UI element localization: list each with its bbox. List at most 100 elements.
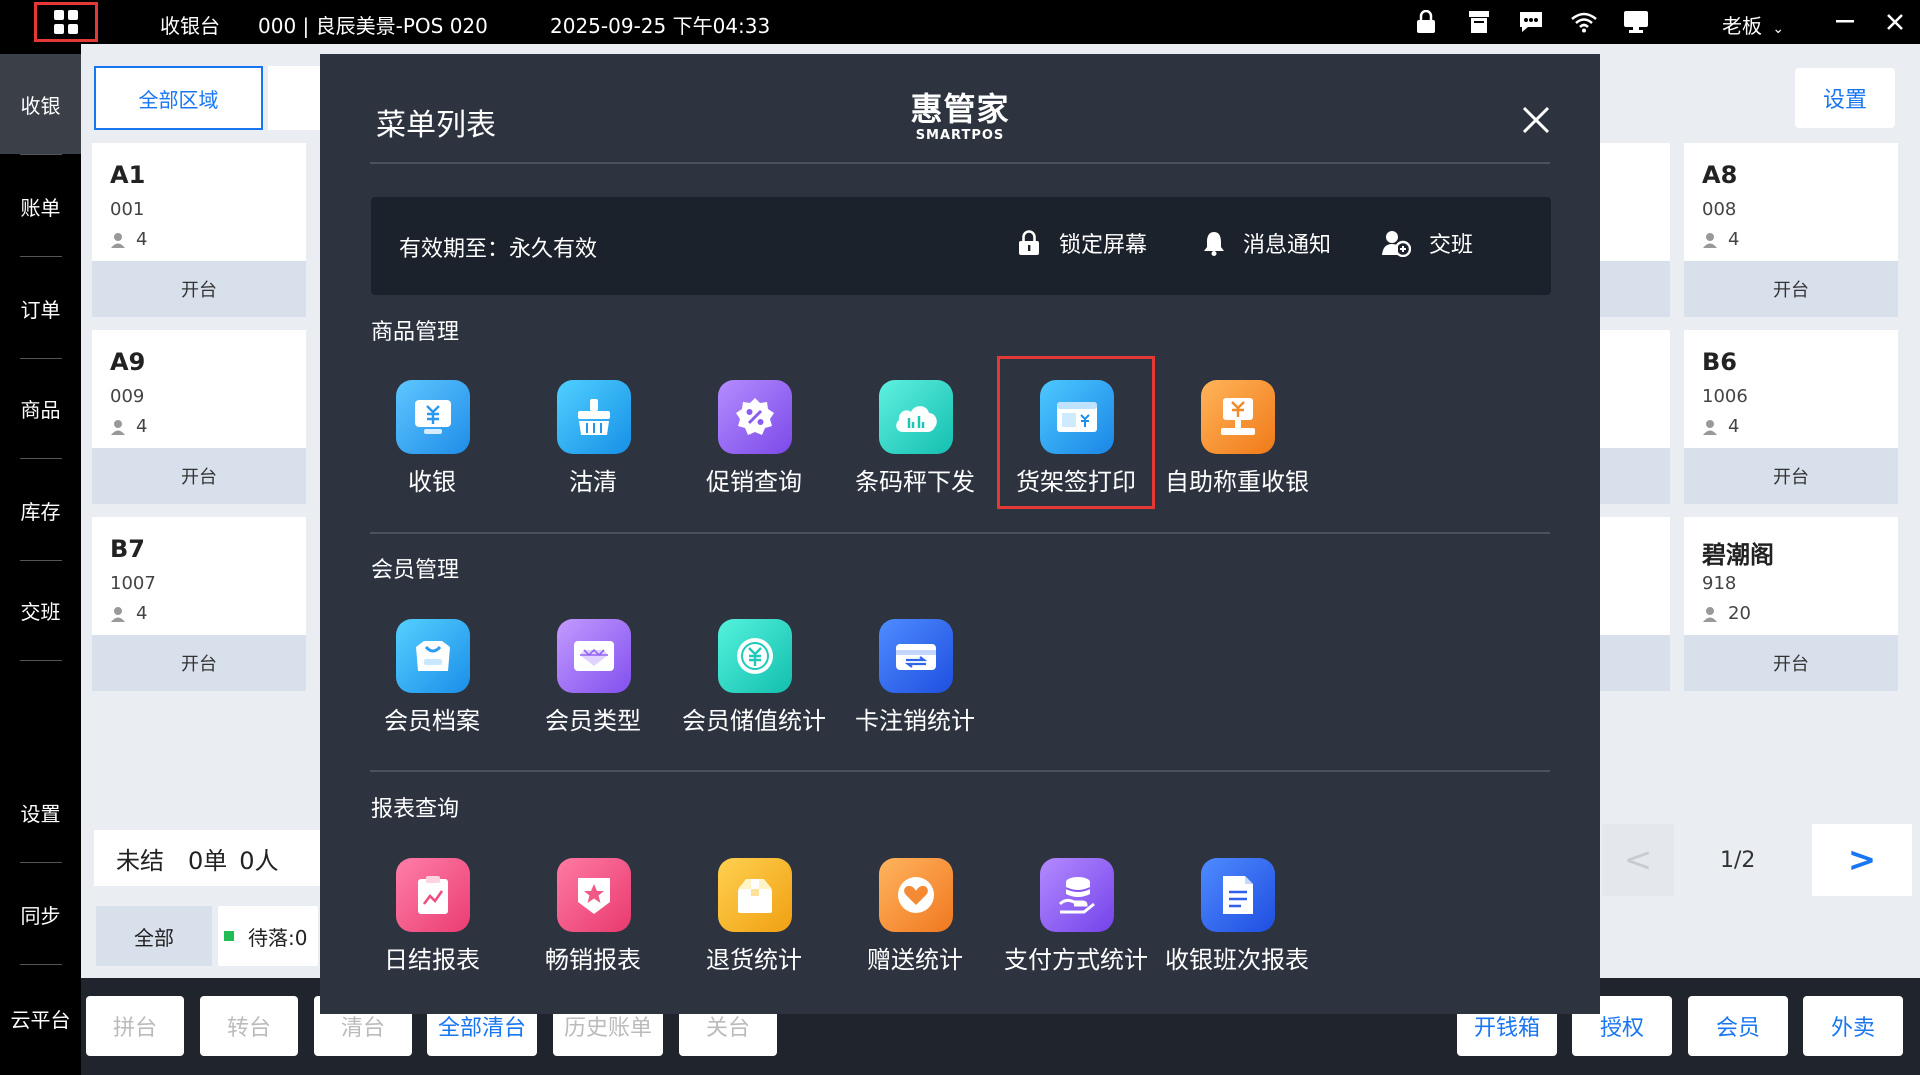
menu-item-label: 收银班次报表 — [1165, 946, 1309, 974]
table-code: 1007 — [110, 573, 156, 594]
summary-people: 0人 — [239, 846, 279, 875]
open-table-button[interactable]: 开台 — [1684, 261, 1898, 317]
section-title-members: 会员管理 — [371, 558, 460, 583]
nav-divider — [20, 154, 62, 155]
menu-item-stored-value-stats[interactable]: 会员储值统计 — [679, 619, 829, 749]
nav-item-orders[interactable]: 订单 — [0, 258, 81, 358]
next-page-button[interactable]: > — [1812, 824, 1912, 896]
minimize-icon[interactable] — [1832, 10, 1858, 34]
menu-item-sold-out[interactable]: 沽清 — [518, 380, 668, 510]
table-card-b7[interactable]: B7 1007 4 开台 — [92, 517, 306, 691]
filter-waiting-button[interactable]: 待落:0 — [218, 906, 318, 966]
person-icon — [111, 232, 125, 248]
guest-count: 4 — [1728, 416, 1740, 437]
table-card-a1[interactable]: A1 001 4 开台 — [92, 143, 306, 317]
table-card-b6[interactable]: B6 1006 4 开台 — [1684, 330, 1898, 504]
nav-item-cloud[interactable]: 云平台 — [0, 968, 81, 1068]
modal-close-icon[interactable] — [1520, 104, 1552, 136]
open-table-button[interactable]: 开台 — [92, 448, 306, 504]
nav-item-inventory[interactable]: 库存 — [0, 460, 81, 560]
apps-menu-button[interactable] — [34, 2, 98, 42]
prev-page-button[interactable]: < — [1602, 824, 1674, 896]
payment-icon — [1040, 858, 1114, 932]
close-icon[interactable] — [1882, 10, 1908, 34]
menu-item-label: 会员档案 — [384, 707, 480, 735]
nav-item-sync[interactable]: 同步 — [0, 864, 81, 964]
menu-item-label: 赠送统计 — [867, 946, 963, 974]
brand-name: 惠管家 — [910, 90, 1010, 128]
modal-title: 菜单列表 — [376, 108, 496, 143]
member-button[interactable]: 会员 — [1688, 996, 1788, 1056]
menu-item-gift-stats[interactable]: 赠送统计 — [840, 858, 990, 988]
gift-icon — [879, 858, 953, 932]
lock-icon — [1019, 230, 1039, 255]
table-name: B7 — [110, 535, 145, 563]
wifi-icon — [1571, 10, 1597, 34]
menu-item-card-cancel-stats[interactable]: 卡注销统计 — [840, 619, 990, 749]
shift-change-label: 交班 — [1429, 233, 1474, 258]
shift-change-button[interactable]: 交班 — [1381, 227, 1473, 259]
floor-settings-button[interactable]: 设置 — [1795, 68, 1895, 128]
monitor-icon[interactable] — [1623, 10, 1649, 34]
lock-icon[interactable] — [1413, 10, 1439, 34]
area-tab-all[interactable]: 全部区域 — [94, 66, 263, 130]
lock-screen-label: 锁定屏幕 — [1059, 233, 1148, 258]
person-icon — [111, 419, 125, 435]
cloud-scale-icon — [879, 380, 953, 454]
open-table-button[interactable]: 开台 — [1684, 635, 1898, 691]
menu-item-daily-report[interactable]: 日结报表 — [357, 858, 507, 988]
self-weigh-icon — [1201, 380, 1275, 454]
menu-item-label: 促销查询 — [706, 468, 802, 496]
chat-icon[interactable] — [1518, 10, 1544, 34]
nav-item-cashier[interactable]: 收银 — [0, 54, 81, 154]
table-name: A1 — [110, 161, 146, 189]
open-table-button[interactable]: 开台 — [92, 635, 306, 691]
user-menu[interactable]: 老板 ⌄ — [1722, 10, 1784, 39]
bell-icon — [1204, 232, 1224, 256]
table-card-a9[interactable]: A9 009 4 开台 — [92, 330, 306, 504]
promotion-icon — [718, 380, 792, 454]
table-card-bichaoge[interactable]: 碧潮阁 918 20 开台 — [1684, 517, 1898, 691]
nav-item-settings[interactable]: 设置 — [0, 762, 81, 862]
table-guests: 20 — [1702, 603, 1751, 624]
guest-count: 4 — [136, 603, 148, 624]
nav-divider — [20, 256, 62, 257]
menu-item-return-stats[interactable]: 退货统计 — [679, 858, 829, 988]
menu-item-payment-method-stats[interactable]: 支付方式统计 — [1001, 858, 1151, 988]
table-code: 001 — [110, 199, 145, 220]
menu-item-promotion-query[interactable]: 促销查询 — [679, 380, 829, 510]
notifications-button[interactable]: 消息通知 — [1203, 227, 1331, 259]
table-name: A8 — [1702, 161, 1738, 189]
nav-item-shift[interactable]: 交班 — [0, 560, 81, 660]
brand-subtitle: SMARTPOS — [915, 128, 1005, 143]
transfer-table-button[interactable]: 转台 — [200, 996, 298, 1056]
info-bar: 有效期至：永久有效 锁定屏幕 消息通知 交班 — [371, 197, 1551, 295]
grid-icon — [54, 10, 78, 34]
takeout-button[interactable]: 外卖 — [1803, 996, 1903, 1056]
menu-item-member-type[interactable]: 会员类型 — [518, 619, 668, 749]
person-icon — [1703, 606, 1717, 622]
merge-table-button[interactable]: 拼台 — [86, 996, 184, 1056]
menu-item-label: 沽清 — [569, 468, 617, 496]
menu-item-self-weigh-checkout[interactable]: 自助称重收银 — [1162, 380, 1312, 510]
open-table-button[interactable]: 开台 — [92, 261, 306, 317]
menu-item-shift-report[interactable]: 收银班次报表 — [1162, 858, 1312, 988]
filter-all-button[interactable]: 全部 — [96, 906, 212, 966]
open-table-button[interactable]: 开台 — [1684, 448, 1898, 504]
validity-text: 有效期至：永久有效 — [399, 237, 598, 262]
broom-icon — [557, 380, 631, 454]
menu-item-member-profile[interactable]: 会员档案 — [357, 619, 507, 749]
receipt-icon[interactable] — [1466, 10, 1492, 34]
guest-count: 4 — [136, 416, 148, 437]
menu-item-label: 收银 — [408, 468, 456, 496]
menu-item-cashier[interactable]: 收银 — [357, 380, 507, 510]
menu-item-bestseller-report[interactable]: 畅销报表 — [518, 858, 668, 988]
return-icon — [718, 858, 792, 932]
menu-item-barcode-scale[interactable]: 条码秤下发 — [840, 380, 990, 510]
nav-item-bills[interactable]: 账单 — [0, 156, 81, 256]
lock-screen-button[interactable]: 锁定屏幕 — [1017, 227, 1147, 259]
guest-count: 4 — [1728, 229, 1740, 250]
nav-item-products[interactable]: 商品 — [0, 358, 81, 458]
section-divider — [370, 532, 1550, 534]
table-card-a8[interactable]: A8 008 4 开台 — [1684, 143, 1898, 317]
